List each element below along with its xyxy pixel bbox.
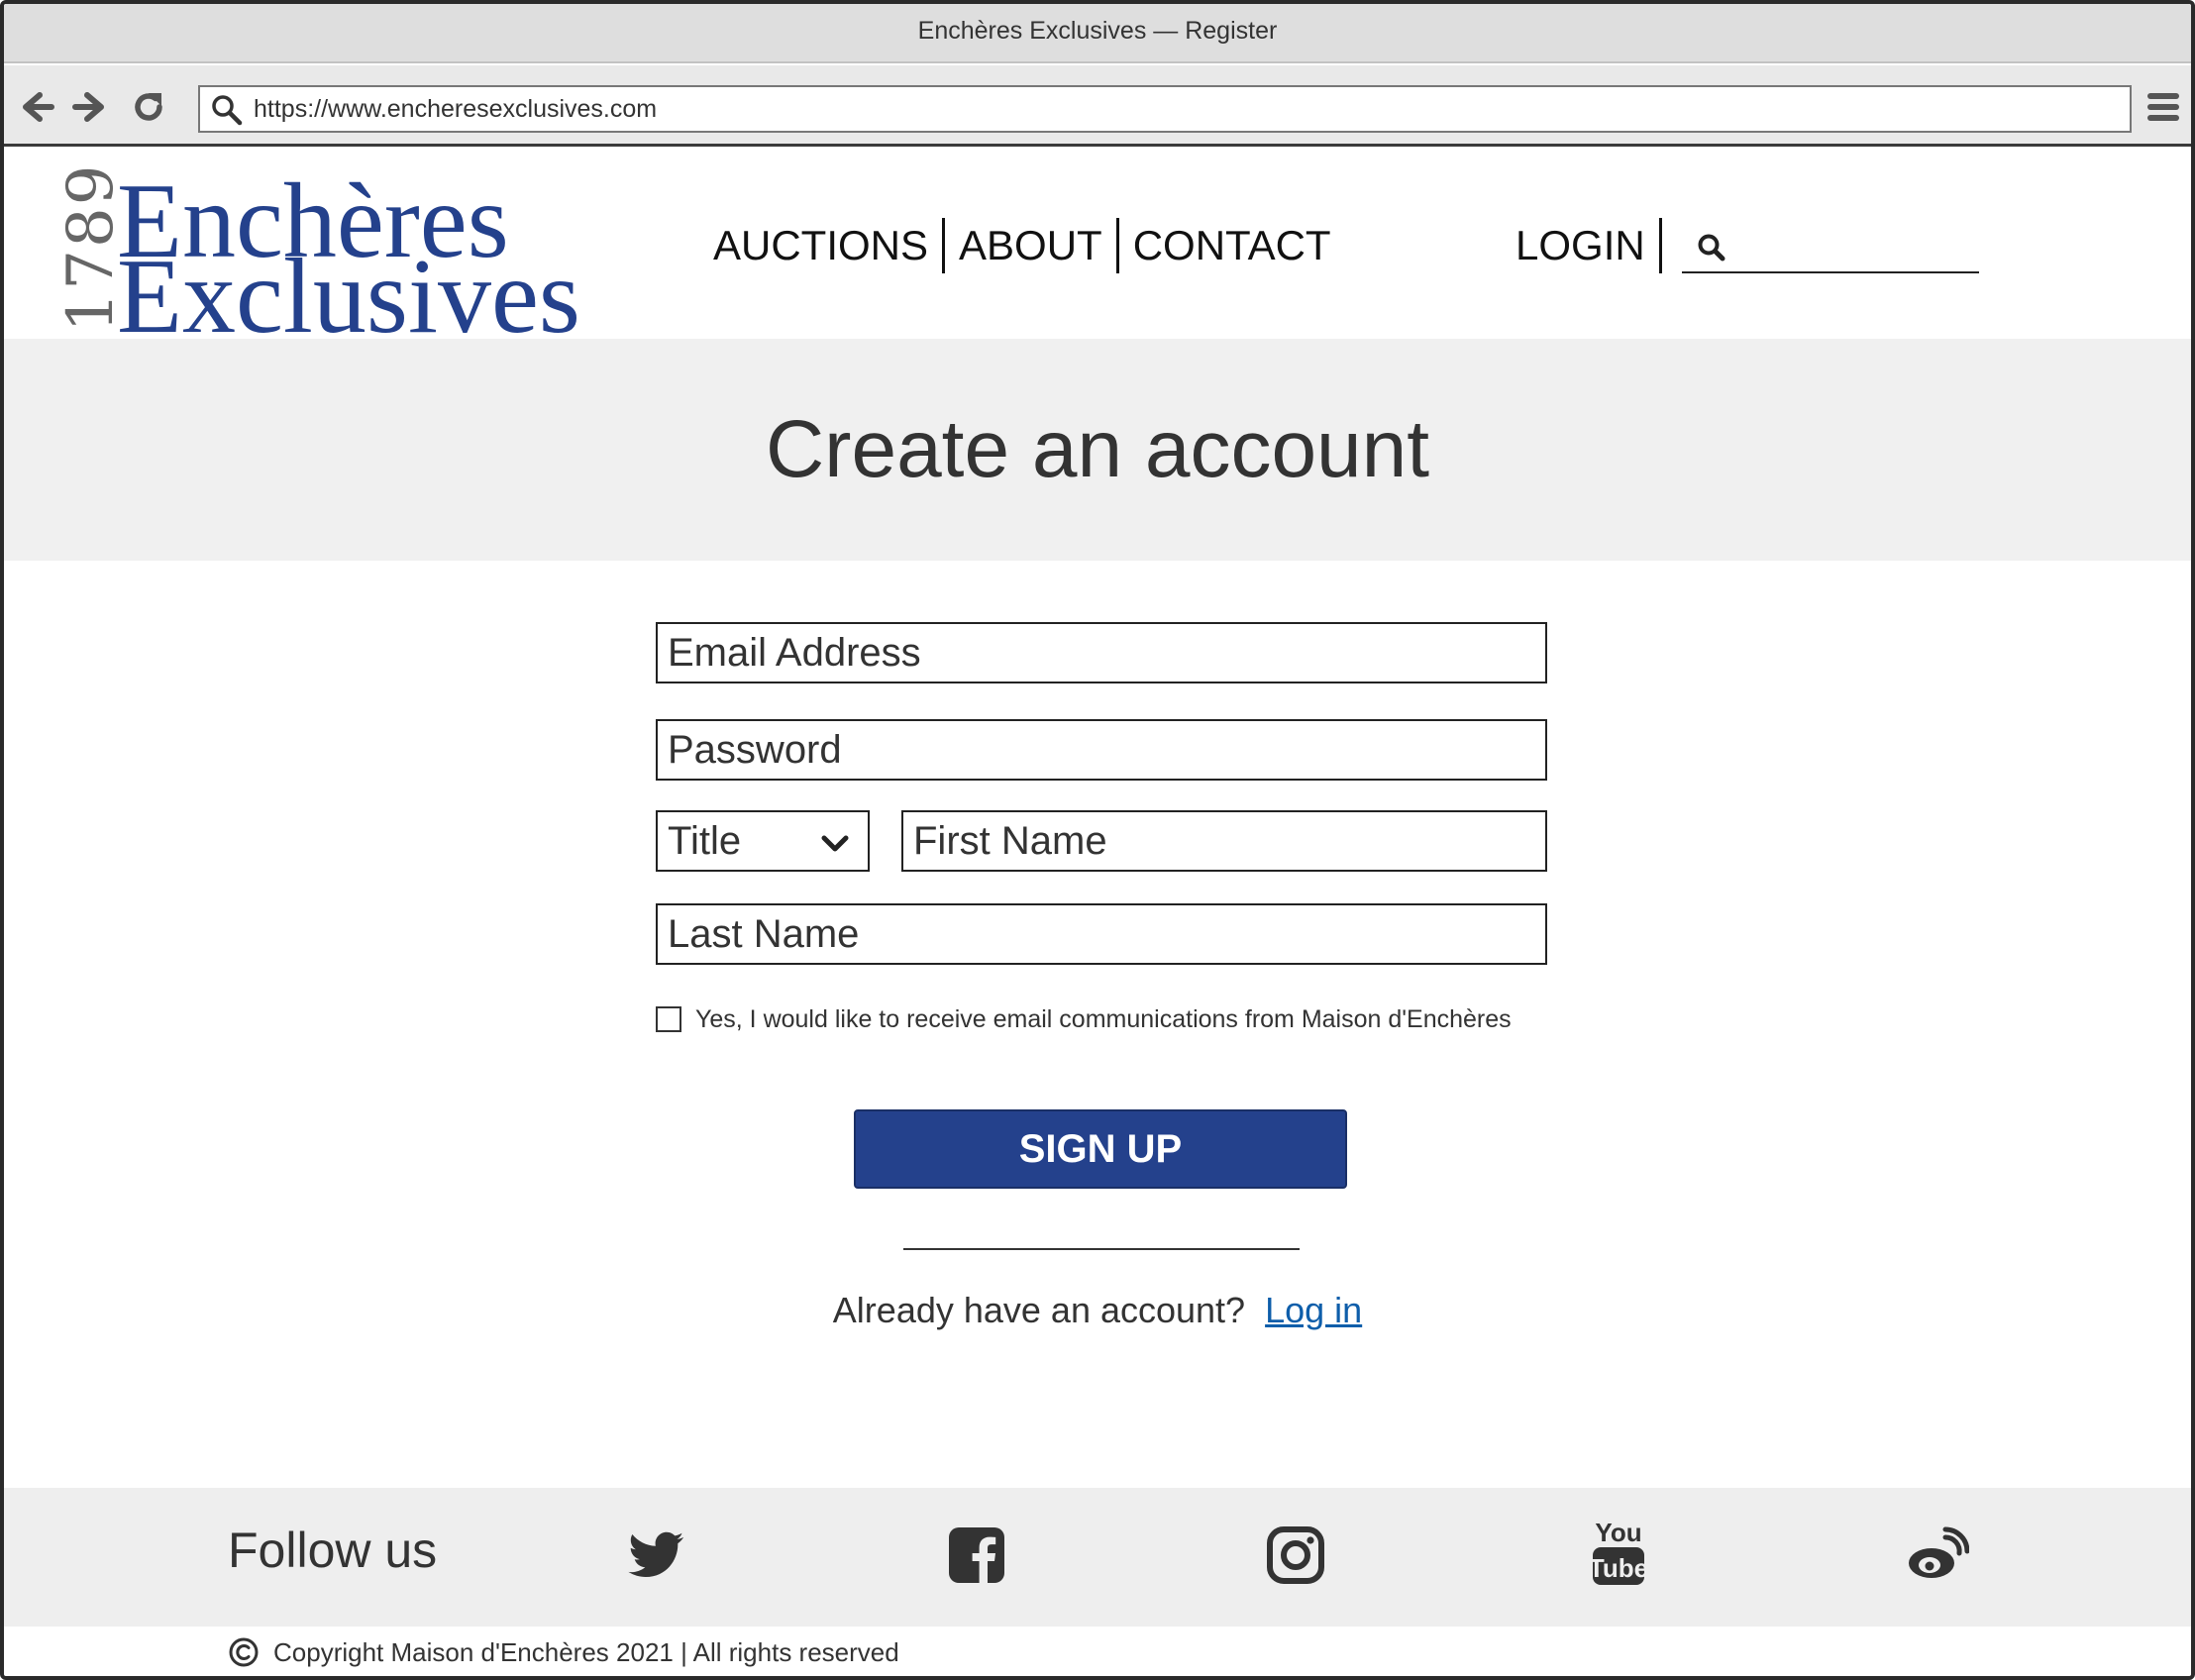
hamburger-menu-icon[interactable] <box>2145 89 2181 125</box>
nav-login[interactable]: LOGIN <box>1516 222 1645 269</box>
copyright-icon <box>229 1637 259 1667</box>
title-select[interactable]: Title <box>656 810 870 872</box>
site-logo[interactable]: 1789 Enchères Exclusives <box>54 162 674 351</box>
nav-divider <box>942 218 946 273</box>
divider <box>903 1248 1300 1250</box>
facebook-icon[interactable] <box>945 1523 1008 1587</box>
nav-divider <box>1658 218 1662 273</box>
reload-icon[interactable] <box>129 87 168 127</box>
url-text: https://www.encheresexclusives.com <box>254 95 658 123</box>
search-icon[interactable] <box>1696 232 1727 263</box>
sign-up-button[interactable]: SIGN UP <box>854 1109 1347 1189</box>
follow-us-label: Follow us <box>228 1522 438 1578</box>
copyright: Copyright Maison d'Enchères 2021 | All r… <box>228 1632 899 1672</box>
email-field-wrapper <box>656 622 1547 683</box>
nav-divider <box>1115 218 1119 273</box>
svg-text:Tube: Tube <box>1589 1553 1648 1583</box>
weibo-icon[interactable] <box>1906 1523 1969 1587</box>
main-nav: AUCTIONS ABOUT CONTACT <box>713 218 1331 273</box>
nav-about[interactable]: ABOUT <box>959 222 1102 269</box>
site-header: 1789 Enchères Exclusives AUCTIONS ABOUT … <box>4 149 2191 351</box>
last-name-field[interactable] <box>658 905 1545 963</box>
back-arrow-icon[interactable] <box>18 87 57 127</box>
nav-auctions[interactable]: AUCTIONS <box>713 222 928 269</box>
password-field-wrapper <box>656 719 1547 781</box>
site-search <box>1681 218 1979 273</box>
page-title: Create an account <box>765 404 1430 494</box>
logo-year: 1789 <box>54 162 128 333</box>
last-name-field-wrapper <box>656 903 1547 965</box>
window-titlebar: Enchères Exclusives — Register <box>4 4 2191 63</box>
browser-window: Enchères Exclusives — Register https://w… <box>0 0 2195 1680</box>
password-field[interactable] <box>658 721 1545 779</box>
nav-contact[interactable]: CONTACT <box>1133 222 1331 269</box>
forward-arrow-icon[interactable] <box>69 87 109 127</box>
logo-line-2: Exclusives <box>117 238 580 356</box>
email-consent: Yes, I would like to receive email commu… <box>656 1002 1512 1036</box>
instagram-icon[interactable] <box>1264 1523 1327 1587</box>
browser-toolbar: https://www.encheresexclusives.com <box>4 65 2191 147</box>
svg-text:You: You <box>1595 1518 1641 1547</box>
youtube-icon[interactable]: You Tube <box>1587 1518 1650 1591</box>
site-search-input[interactable] <box>1736 224 1971 267</box>
first-name-field[interactable] <box>903 812 1545 870</box>
login-prompt: Already have an account? Log in <box>4 1290 2191 1331</box>
header-login-area: LOGIN <box>1516 218 1979 273</box>
login-link[interactable]: Log in <box>1265 1290 1362 1330</box>
email-consent-checkbox[interactable] <box>656 1006 681 1032</box>
page-hero: Create an account <box>4 339 2191 561</box>
copyright-text: Copyright Maison d'Enchères 2021 | All r… <box>273 1636 899 1667</box>
chevron-down-icon <box>821 835 849 852</box>
window-title: Enchères Exclusives — Register <box>917 17 1278 45</box>
email-field[interactable] <box>658 624 1545 682</box>
address-bar[interactable]: https://www.encheresexclusives.com <box>198 85 2132 133</box>
twitter-icon[interactable] <box>624 1523 687 1587</box>
search-icon <box>212 95 243 126</box>
title-select-value: Title <box>668 819 742 863</box>
site-footer: Follow us You Tube <box>4 1488 2191 1627</box>
email-consent-label: Yes, I would like to receive email commu… <box>695 1004 1512 1033</box>
first-name-field-wrapper <box>901 810 1547 872</box>
login-prompt-text: Already have an account? <box>832 1290 1246 1330</box>
